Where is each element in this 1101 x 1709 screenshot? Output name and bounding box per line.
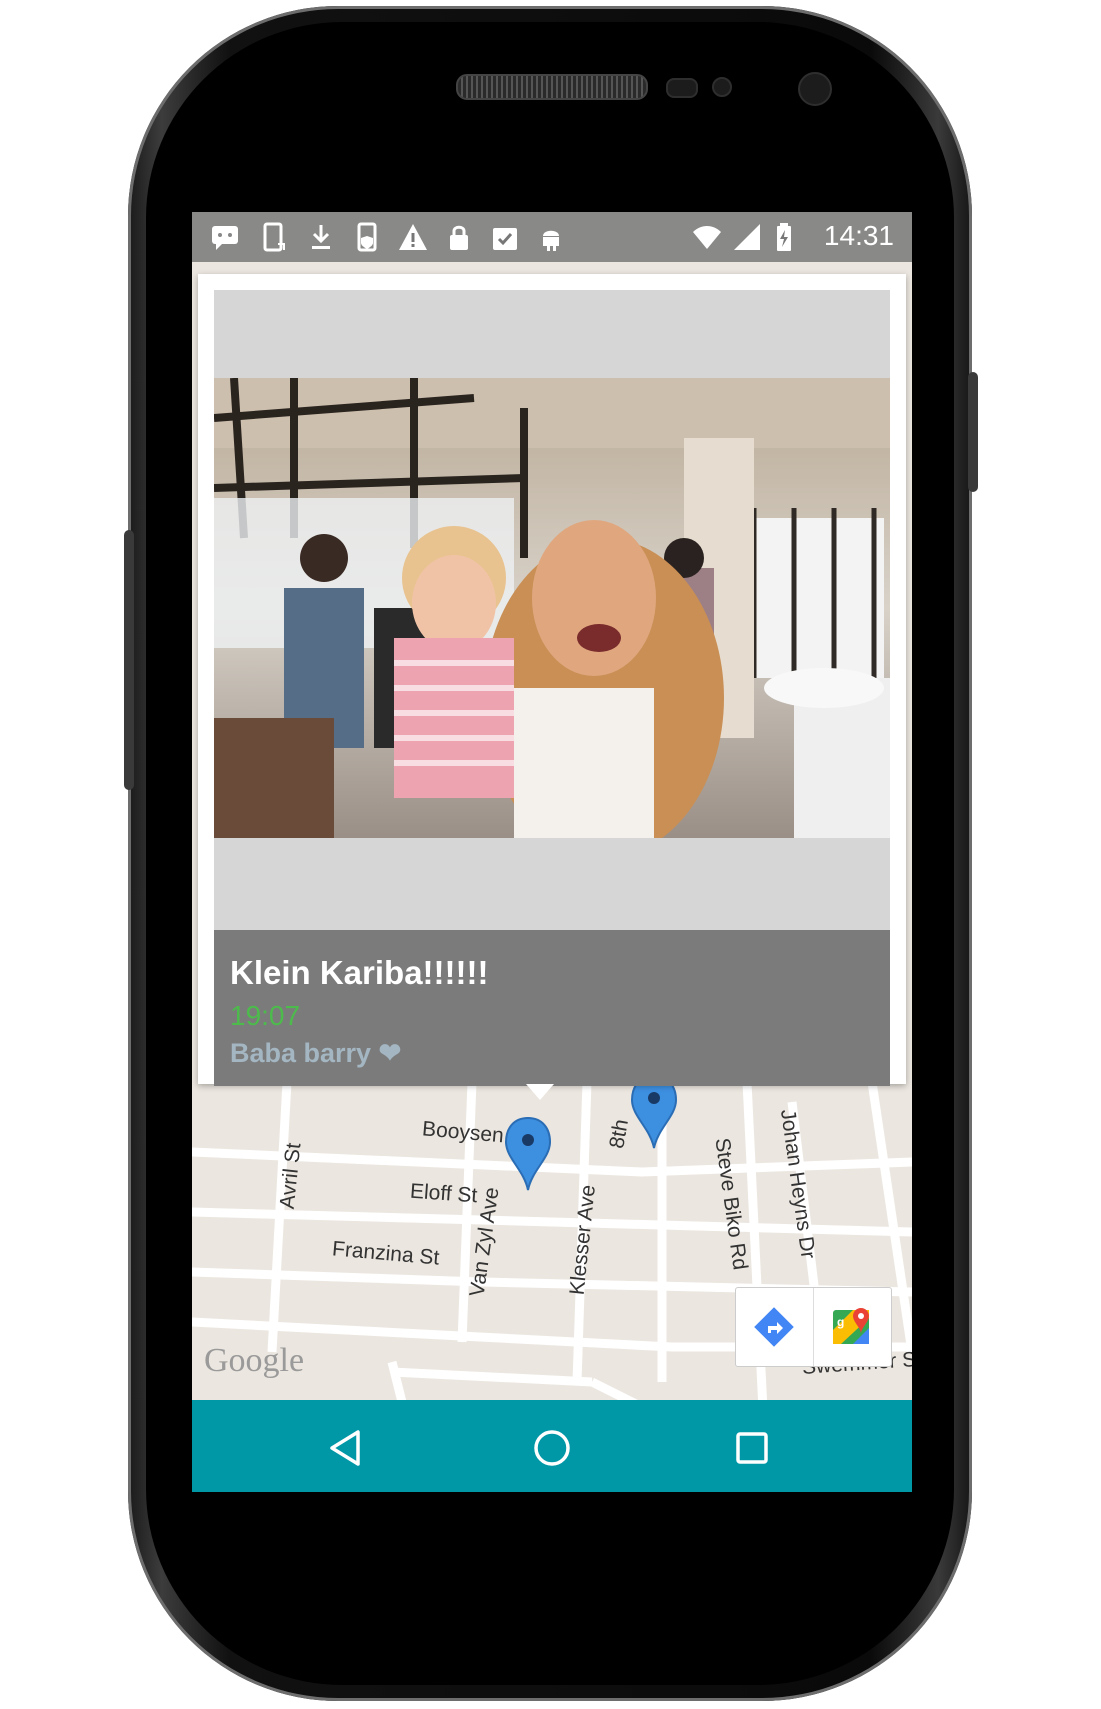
svg-text:g: g: [837, 1315, 844, 1329]
street-label: Eloff St: [409, 1179, 479, 1208]
recents-icon[interactable]: [728, 1424, 776, 1472]
lock-icon: [450, 225, 468, 250]
clock: 14:31: [823, 220, 894, 251]
post-photo[interactable]: [214, 378, 890, 838]
volume-button: [124, 530, 134, 790]
photo-image: [214, 378, 890, 838]
navigation-bar: [192, 1400, 912, 1492]
map-marker[interactable]: [504, 1116, 552, 1192]
screen: Avril St Booysen St Eloff St Van Zyl Ave…: [192, 212, 912, 1492]
info-panel: Klein Kariba!!!!!! 19:07 Baba barry ❤: [214, 930, 890, 1086]
message-icon: [212, 226, 238, 250]
info-window-pointer: [526, 1084, 554, 1100]
post-time: 19:07: [230, 1000, 301, 1031]
status-bar: 14:31: [192, 212, 912, 262]
android-icon: [543, 230, 559, 251]
warning-icon: [399, 224, 427, 250]
earpiece-speaker: [456, 74, 648, 100]
info-window[interactable]: Klein Kariba!!!!!! 19:07 Baba barry ❤: [198, 274, 906, 1086]
directions-button[interactable]: [736, 1288, 814, 1366]
download-icon: [312, 225, 330, 249]
back-icon[interactable]: [322, 1424, 370, 1472]
battery-icon: [777, 223, 791, 251]
proximity-sensor: [666, 78, 698, 98]
post-title: Klein Kariba!!!!!!: [230, 954, 489, 991]
phone-shield-icon: [357, 222, 377, 252]
post-user[interactable]: Baba barry ❤: [230, 1038, 401, 1069]
google-maps-icon: g: [833, 1308, 869, 1344]
map-toolbar: g: [735, 1287, 892, 1367]
signal-icon: [734, 224, 760, 250]
google-logo: Google: [204, 1342, 305, 1379]
directions-icon: [754, 1307, 794, 1347]
home-icon[interactable]: [528, 1424, 576, 1472]
open-maps-button[interactable]: g: [814, 1288, 891, 1366]
wifi-icon: [693, 226, 721, 249]
power-button: [968, 372, 978, 492]
front-camera: [798, 72, 832, 106]
phone-rotate-icon: [263, 222, 285, 252]
light-sensor: [712, 77, 732, 97]
clipboard-check-icon: [493, 228, 517, 250]
